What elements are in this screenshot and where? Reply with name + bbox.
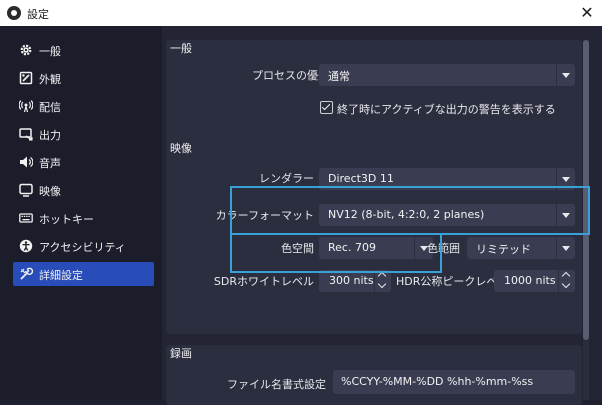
spin-up-icon[interactable] — [375, 270, 391, 281]
input-value: %CCYY-%MM-%DD %hh-%mm-%ss — [341, 375, 534, 388]
chevron-down-icon — [556, 204, 575, 226]
broadcast-icon — [18, 99, 34, 113]
sidebar-item-label: 詳細設定 — [39, 269, 83, 282]
select-value: NV12 (8-bit, 4:2:0, 2 planes) — [328, 208, 485, 221]
wrench-icon — [19, 267, 34, 281]
sidebar-item-audio[interactable]: 音声 — [13, 150, 154, 174]
exit-warning-label: 終了時にアクティブな出力の警告を表示する — [337, 103, 556, 116]
spin-value: 300 nits — [329, 274, 374, 287]
obs-logo-icon — [7, 6, 21, 20]
output-icon — [19, 127, 33, 141]
spin-down-icon[interactable] — [375, 281, 391, 292]
color-range-label: 色範囲 — [427, 242, 460, 255]
sidebar-item-video[interactable]: 映像 — [13, 178, 154, 202]
stepper — [558, 270, 575, 292]
sidebar-item-accessibility[interactable]: アクセシビリティ — [13, 234, 154, 258]
sidebar-item-label: 出力 — [39, 129, 61, 142]
window-title: 設定 — [27, 8, 49, 21]
color-range-select[interactable]: リミテッド — [467, 237, 575, 259]
select-value: リミテッド — [476, 243, 531, 256]
scrollbar[interactable] — [583, 40, 589, 400]
sidebar-item-label: ホットキー — [39, 213, 94, 226]
general-group: 一般 プロセスの優先度 通常 終了時にアクティブな出力の警告を表示する — [166, 40, 582, 146]
color-space-select[interactable]: Rec. 709 — [319, 237, 433, 259]
sdr-white-level-spinbox[interactable]: 300 nits — [319, 270, 391, 292]
keyboard-icon — [19, 211, 33, 225]
color-format-label: カラーフォーマット — [215, 209, 314, 222]
stepper — [374, 270, 391, 292]
chevron-down-icon — [556, 64, 575, 86]
sidebar-item-output[interactable]: 出力 — [13, 122, 154, 146]
sidebar-item-advanced[interactable]: 詳細設定 — [13, 262, 154, 286]
color-format-select[interactable]: NV12 (8-bit, 4:2:0, 2 planes) — [319, 204, 575, 226]
chevron-down-icon — [556, 168, 575, 190]
sidebar-item-label: アクセシビリティ — [39, 241, 126, 254]
sidebar-item-general[interactable]: 一般 — [13, 38, 154, 62]
sidebar-item-appearance[interactable]: 外観 — [13, 66, 154, 90]
select-value: 通常 — [328, 70, 350, 83]
sidebar-item-label: 配信 — [39, 101, 61, 114]
speaker-icon — [19, 155, 34, 169]
video-group: 映像 レンダラー Direct3D 11 カラーフォーマット NV12 (8-b… — [166, 140, 582, 334]
sidebar-item-hotkeys[interactable]: ホットキー — [13, 206, 154, 230]
sidebar-item-stream[interactable]: 配信 — [13, 94, 154, 118]
filename-format-input[interactable]: %CCYY-%MM-%DD %hh-%mm-%ss — [333, 370, 575, 394]
palette-icon — [19, 71, 33, 85]
group-title-video: 映像 — [170, 142, 192, 155]
monitor-icon — [19, 183, 33, 197]
close-button[interactable]: ✕ — [572, 0, 602, 26]
settings-content: 一般 プロセスの優先度 通常 終了時にアクティブな出力の警告を表示する 映像 レ… — [162, 26, 602, 405]
select-value: Rec. 709 — [328, 241, 376, 254]
sidebar-item-label: 外観 — [39, 73, 61, 86]
renderer-label: レンダラー — [259, 172, 314, 185]
hdr-peak-level-spinbox[interactable]: 1000 nits — [494, 270, 575, 292]
hdr-peak-level-label: HDR公称ピークレベル — [396, 275, 509, 288]
settings-sidebar: 一般 外観 配信 出力 音声 映像 ホットキー アクセシビリティ 詳細設定 — [0, 26, 162, 400]
gear-icon — [19, 43, 33, 57]
scroll-thumb[interactable] — [583, 40, 589, 340]
spin-value: 1000 nits — [504, 274, 556, 287]
color-space-label: 色空間 — [281, 242, 314, 255]
sidebar-item-label: 音声 — [39, 157, 61, 170]
exit-warning-checkbox[interactable] — [320, 101, 333, 114]
select-value: Direct3D 11 — [328, 172, 394, 185]
group-title-recording: 録画 — [170, 347, 192, 360]
process-priority-select[interactable]: 通常 — [319, 64, 575, 86]
spin-up-icon[interactable] — [559, 270, 575, 281]
spin-down-icon[interactable] — [559, 281, 575, 292]
chevron-down-icon — [556, 237, 575, 259]
accessibility-icon — [19, 239, 33, 253]
title-bar: 設定 ✕ — [0, 0, 602, 26]
sidebar-item-label: 一般 — [39, 45, 61, 58]
group-title-general: 一般 — [170, 42, 192, 55]
recording-group: 録画 ファイル名書式設定 %CCYY-%MM-%DD %hh-%mm-%ss — [166, 345, 582, 405]
sidebar-item-label: 映像 — [39, 185, 61, 198]
filename-format-label: ファイル名書式設定 — [227, 378, 326, 391]
sdr-white-level-label: SDRホワイトレベル — [213, 275, 314, 288]
renderer-select[interactable]: Direct3D 11 — [319, 168, 575, 190]
